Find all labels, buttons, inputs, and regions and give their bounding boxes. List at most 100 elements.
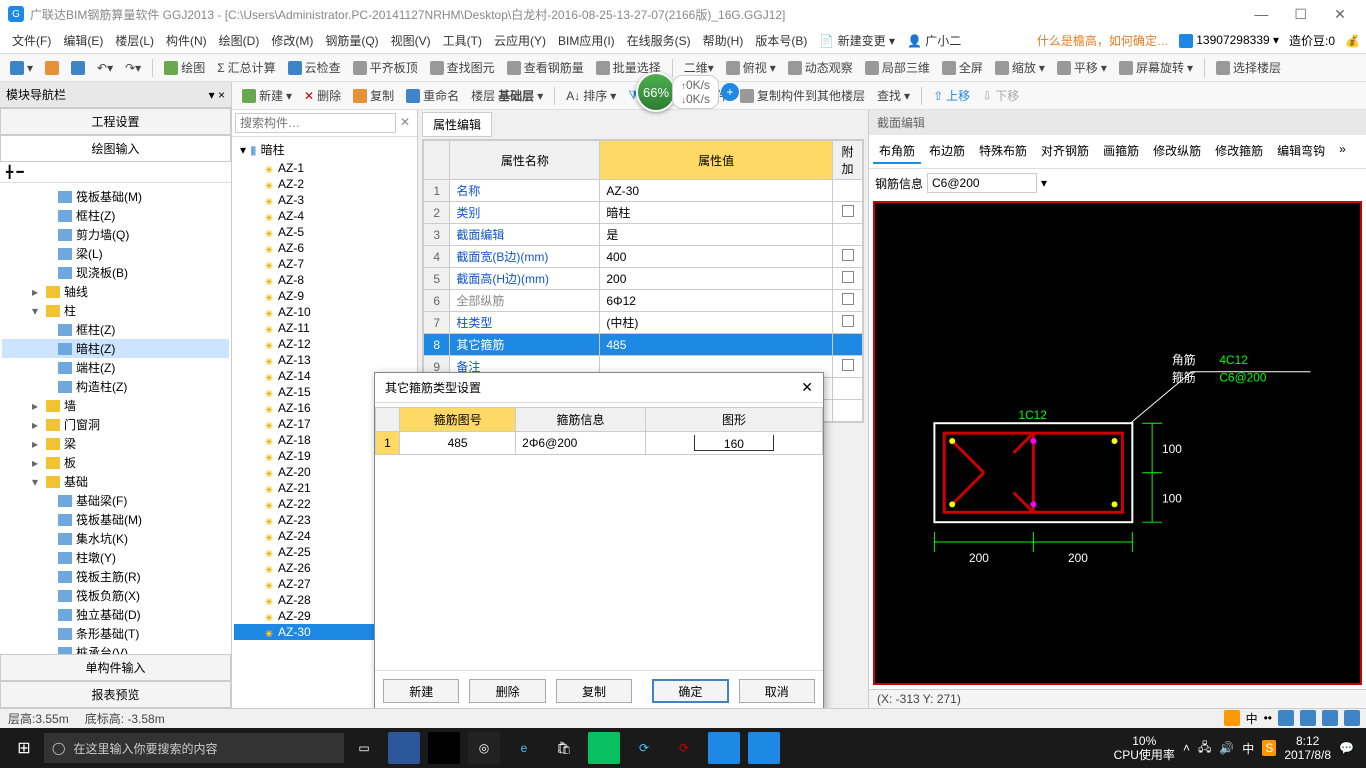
btn-delete[interactable]: ✕ 删除	[300, 85, 345, 106]
taskbar-search[interactable]: ◯在这里输入你要搜索的内容	[44, 733, 344, 763]
dlg-delete-button[interactable]: 删除	[469, 679, 545, 703]
tool-undo[interactable]: ↶▾	[93, 59, 117, 77]
tb-store[interactable]: 🛍	[548, 732, 580, 764]
tool-redo[interactable]: ↷▾	[121, 59, 145, 77]
tray-up-icon[interactable]: ˄	[1183, 741, 1190, 755]
section-canvas[interactable]: 角筋 箍筋 4C12 C6@200 1C12	[873, 201, 1362, 685]
tool-new[interactable]: ▾	[6, 59, 37, 77]
tree-item[interactable]: 筏板基础(M)	[2, 510, 229, 529]
az-item[interactable]: ✷ AZ-4	[234, 208, 415, 224]
dialog-close-icon[interactable]: ✕	[801, 379, 813, 396]
tray-ime[interactable]: 中	[1242, 740, 1254, 757]
rebar-dd-icon[interactable]: ▾	[1041, 176, 1047, 190]
tab-stirrup[interactable]: 画箍筋	[1097, 139, 1145, 164]
close-button[interactable]: ✕	[1322, 6, 1358, 23]
menu-draw[interactable]: 绘图(D)	[213, 29, 266, 52]
prop-row[interactable]: 1名称AZ-30	[424, 180, 863, 202]
tb-app-3[interactable]: ◎	[468, 732, 500, 764]
menu-version[interactable]: 版本号(B)	[749, 29, 813, 52]
az-item[interactable]: ✷ AZ-3	[234, 192, 415, 208]
wallet-icon[interactable]: 💰	[1345, 34, 1360, 48]
menu-user[interactable]: 👤 广小二	[901, 29, 967, 52]
cell-stirrup-shape[interactable]: 160	[645, 432, 822, 455]
az-item[interactable]: ✷ AZ-7	[234, 256, 415, 272]
az-item[interactable]: ✷ AZ-1	[234, 160, 415, 176]
dlg-new-button[interactable]: 新建	[383, 679, 459, 703]
dlg-copy-button[interactable]: 复制	[556, 679, 632, 703]
tree-item[interactable]: 端柱(Z)	[2, 358, 229, 377]
tab-single-input[interactable]: 单构件输入	[0, 654, 231, 681]
tab-engineering-settings[interactable]: 工程设置	[0, 108, 231, 135]
tab-special[interactable]: 特殊布筋	[973, 139, 1033, 164]
tab-modstirrup[interactable]: 修改箍筋	[1209, 139, 1269, 164]
tree-item[interactable]: ▾柱	[2, 301, 229, 320]
prop-row[interactable]: 4截面宽(B边)(mm)400	[424, 246, 863, 268]
tb-cpu[interactable]: 10%CPU使用率	[1114, 734, 1175, 763]
nav-tree[interactable]: 筏板基础(M)框柱(Z)剪力墙(Q)梁(L)现浇板(B)▸轴线▾柱框柱(Z)暗柱…	[0, 183, 231, 654]
tb-app-7[interactable]	[748, 732, 780, 764]
tool-pan[interactable]: 平移▾	[1053, 57, 1111, 78]
btn-copy[interactable]: 复制	[349, 85, 398, 106]
tab-report-preview[interactable]: 报表预览	[0, 681, 231, 708]
tool-open[interactable]	[41, 59, 63, 77]
dlg-ok-button[interactable]: 确定	[652, 679, 728, 703]
tb-clock[interactable]: 8:122017/8/8	[1284, 734, 1331, 763]
tb-app-5[interactable]: ⟳	[668, 732, 700, 764]
prop-row[interactable]: 8其它箍筋485	[424, 334, 863, 356]
menu-rebar[interactable]: 钢筋量(Q)	[319, 29, 384, 52]
tree-item[interactable]: 独立基础(D)	[2, 605, 229, 624]
tool-orbit[interactable]: 动态观察	[784, 57, 857, 78]
tb-app-2[interactable]	[428, 732, 460, 764]
btn-sort[interactable]: A↓ 排序▾	[562, 85, 620, 106]
prop-row[interactable]: 3截面编辑是	[424, 224, 863, 246]
tree-item[interactable]: ▸门窗洞	[2, 415, 229, 434]
menu-bim[interactable]: BIM应用(I)	[552, 29, 621, 52]
ime-skin-icon[interactable]	[1322, 710, 1338, 726]
tree-item[interactable]: 暗柱(Z)	[2, 339, 229, 358]
dlg-cancel-button[interactable]: 取消	[739, 679, 815, 703]
tb-edge[interactable]: e	[508, 732, 540, 764]
cell-stirrup-info[interactable]: 2Φ6@200	[516, 432, 646, 455]
tab-corner[interactable]: 布角筋	[873, 139, 921, 164]
tree-item[interactable]: 剪力墙(Q)	[2, 225, 229, 244]
menu-cloud[interactable]: 云应用(Y)	[488, 29, 552, 52]
speed-plus-icon[interactable]: +	[721, 83, 739, 101]
tree-item[interactable]: 筏板主筋(R)	[2, 567, 229, 586]
az-item[interactable]: ✷ AZ-5	[234, 224, 415, 240]
tool-cloudcheck[interactable]: 云检查	[284, 57, 345, 78]
az-item[interactable]: ✷ AZ-9	[234, 288, 415, 304]
tool-local3d[interactable]: 局部三维	[861, 57, 934, 78]
az-item[interactable]: ✷ AZ-12	[234, 336, 415, 352]
tip-link[interactable]: 什么是檐高，如何确定…	[1037, 32, 1169, 49]
tree-item[interactable]: 构造柱(Z)	[2, 377, 229, 396]
prop-row[interactable]: 2类别暗柱	[424, 202, 863, 224]
tb-app-4[interactable]: ⟳	[628, 732, 660, 764]
tree-item[interactable]: 现浇板(B)	[2, 263, 229, 282]
menu-view[interactable]: 视图(V)	[385, 29, 437, 52]
prop-row[interactable]: 7柱类型(中柱)	[424, 312, 863, 334]
tool-draw[interactable]: 绘图	[160, 57, 209, 78]
tool-select-floor[interactable]: 选择楼层	[1212, 57, 1285, 78]
tree-item[interactable]: 集水坑(K)	[2, 529, 229, 548]
tree-item[interactable]: 梁(L)	[2, 244, 229, 263]
menu-help[interactable]: 帮助(H)	[697, 29, 750, 52]
net-speed-widget[interactable]: 66% ↑0K/s↓0K/s +	[636, 72, 739, 112]
menu-modify[interactable]: 修改(M)	[265, 29, 319, 52]
menu-newchange[interactable]: 📄 新建变更 ▾	[813, 29, 901, 52]
menu-edit[interactable]: 编辑(E)	[57, 29, 109, 52]
menu-floor[interactable]: 楼层(L)	[109, 29, 160, 52]
tree-item[interactable]: 桩承台(V)	[2, 643, 229, 654]
az-item[interactable]: ✷ AZ-10	[234, 304, 415, 320]
menu-tools[interactable]: 工具(T)	[437, 29, 488, 52]
tree-item[interactable]: ▸墙	[2, 396, 229, 415]
menu-component[interactable]: 构件(N)	[160, 29, 213, 52]
component-search-input[interactable]	[235, 113, 396, 133]
az-item[interactable]: ✷ AZ-2	[234, 176, 415, 192]
btn-copy-to-floor[interactable]: 复制构件到其他楼层	[736, 85, 869, 106]
ime-tool-icon[interactable]	[1344, 710, 1360, 726]
prop-row[interactable]: 6全部纵筋6Φ12	[424, 290, 863, 312]
rebar-info-input[interactable]	[927, 173, 1037, 193]
az-item[interactable]: ✷ AZ-8	[234, 272, 415, 288]
search-clear-icon[interactable]: ✕	[396, 113, 414, 133]
tab-draw-input[interactable]: 绘图输入	[0, 135, 231, 162]
